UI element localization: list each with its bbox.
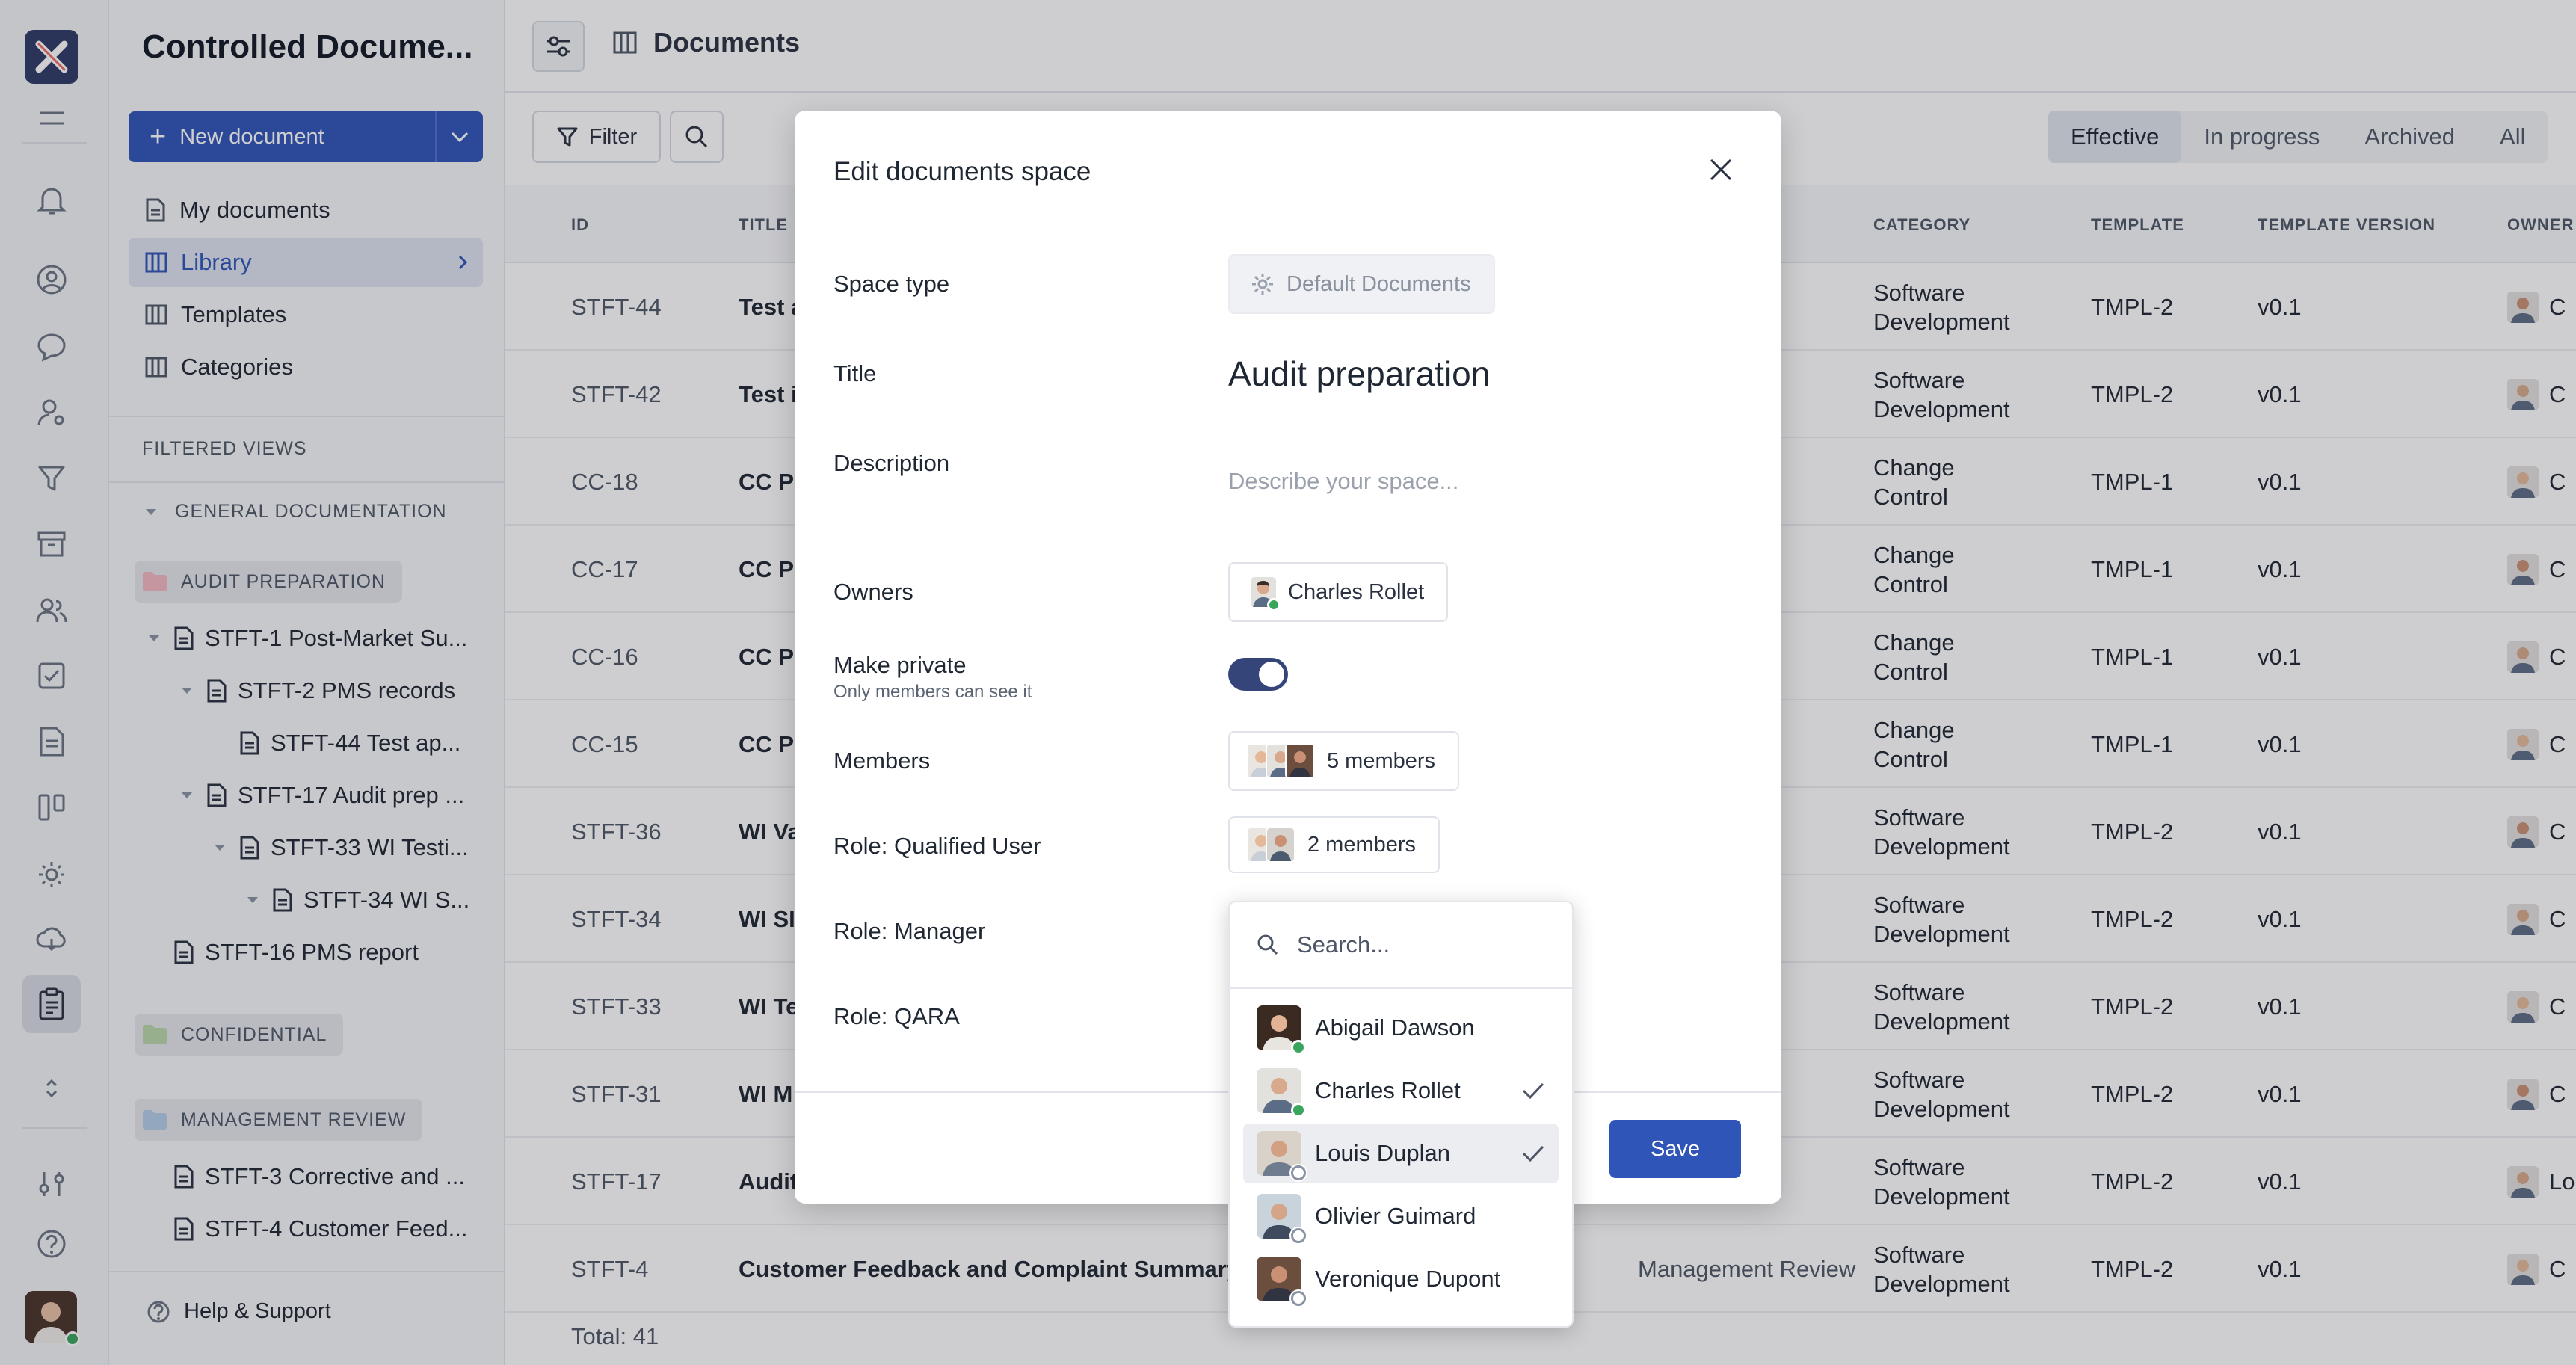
avatar-stack [1246,743,1315,779]
person-name: Charles Rollet [1315,1077,1461,1103]
description-input[interactable]: Describe your space... [1228,468,1458,495]
role-qara-label: Role: QARA [833,1003,960,1029]
owners-label: Owners [833,579,913,605]
make-private-label: Make private [833,652,967,678]
make-private-toggle[interactable] [1228,658,1288,691]
person-name: Olivier Guimard [1315,1203,1476,1229]
qualified-count: 2 members [1307,832,1417,857]
people-picker-dropdown: Abigail Dawson Charles Rollet Louis Duplan… [1228,901,1574,1328]
avatar [1257,1257,1306,1306]
avatar [1257,1068,1306,1118]
status-dot [1291,1228,1306,1243]
space-type-field: Default Documents [1228,254,1495,314]
role-manager-label: Role: Manager [833,918,986,944]
members-count: 5 members [1327,748,1436,773]
person-option[interactable]: Abigail Dawson [1243,998,1559,1058]
avatar [1266,827,1295,863]
person-name: Abigail Dawson [1315,1014,1475,1041]
avatar [1257,1005,1306,1055]
role-qualified-user-field[interactable]: 2 members [1228,816,1440,873]
members-field[interactable]: 5 members [1228,731,1460,791]
person-option[interactable]: Charles Rollet [1243,1061,1559,1121]
members-label: Members [833,748,931,774]
description-label: Description [833,450,950,476]
role-qualified-user-label: Role: Qualified User [833,833,1041,859]
avatar [1251,577,1281,611]
online-status-dot [1267,598,1281,611]
search-icon [1257,934,1279,956]
title-input[interactable]: Audit preparation [1228,354,1490,394]
avatar [1257,1131,1306,1180]
avatar [1285,743,1315,779]
owners-field[interactable]: Charles Rollet [1228,562,1449,622]
owner-name: Charles Rollet [1288,579,1425,604]
space-type-label: Space type [833,271,950,297]
person-option[interactable]: Olivier Guimard [1243,1186,1559,1246]
person-option[interactable]: Louis Duplan [1243,1124,1559,1183]
avatar-stack [1246,827,1295,863]
person-name: Louis Duplan [1315,1140,1450,1166]
people-search [1230,902,1572,989]
space-type-value: Default Documents [1287,271,1471,296]
check-icon [1521,1144,1545,1162]
search-input[interactable] [1297,931,1521,958]
avatar [1257,1194,1306,1243]
status-dot [1291,1291,1306,1306]
dialog-title: Edit documents space [833,157,1091,186]
save-button[interactable]: Save [1609,1120,1741,1178]
status-dot [1291,1103,1306,1118]
status-dot [1291,1040,1306,1055]
close-icon[interactable] [1708,157,1734,182]
title-label: Title [833,360,877,386]
person-name: Veronique Dupont [1315,1266,1501,1292]
gear-icon [1251,272,1275,296]
toggle-knob [1259,662,1284,687]
person-option[interactable]: Veronique Dupont [1243,1249,1559,1309]
make-private-hint: Only members can see it [833,682,1032,702]
check-icon [1521,1082,1545,1100]
status-dot [1291,1165,1306,1180]
